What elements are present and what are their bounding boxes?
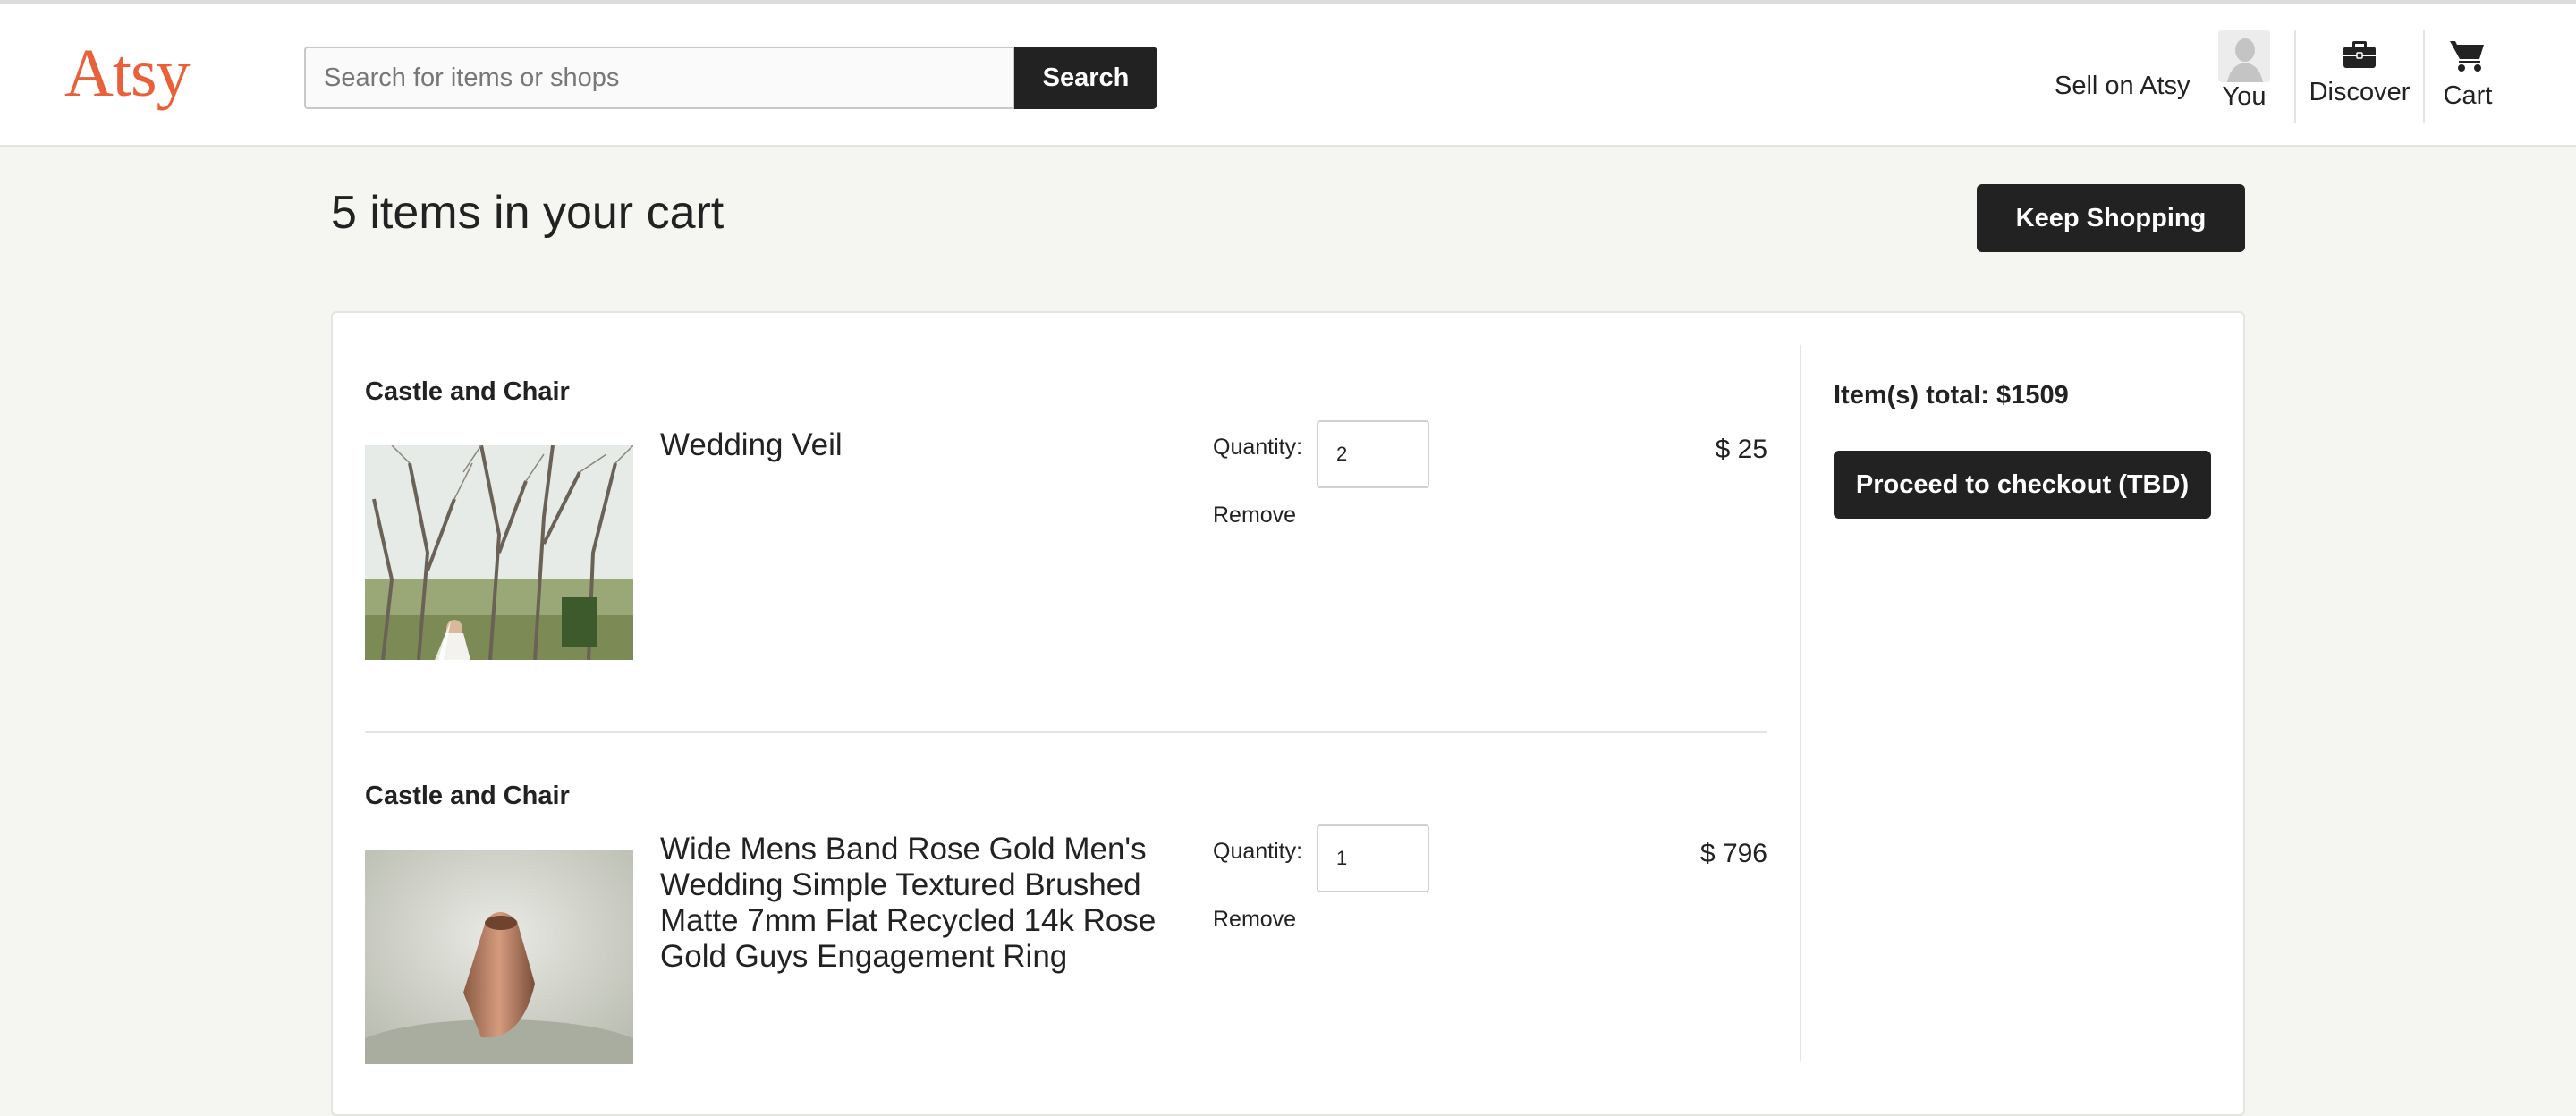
item-divider [365,731,1767,733]
cart-icon [2450,41,2484,72]
nav-divider [2423,30,2425,123]
you-menu[interactable]: You [2213,30,2275,112]
item-name[interactable]: Wide Mens Band Rose Gold Men's Wedding S… [660,832,1215,975]
quantity-label: Quantity: [1213,435,1303,460]
user-avatar [2218,30,2270,82]
search-button[interactable]: Search [1014,46,1157,109]
item-price: $ 25 [1715,435,1767,464]
rose-gold-ring-photo [365,850,633,1064]
avatar-silhouette-icon [2218,30,2270,82]
keep-shopping-button[interactable]: Keep Shopping [1977,184,2245,252]
search-input[interactable] [304,46,1014,109]
cart-item: Castle and Chair Wedding Veil Quantity: … [365,377,1767,664]
quantity-input[interactable] [1317,420,1429,488]
shop-name[interactable]: Castle and Chair [365,782,570,811]
cart-item: Castle and Chair Wide Mens Band Rose Gol… [365,782,1767,1064]
wedding-veil-photo [365,445,633,660]
quantity-input[interactable] [1317,824,1429,892]
remove-link[interactable]: Remove [1213,503,1296,528]
briefcase-icon [2343,41,2376,68]
item-thumbnail[interactable] [365,445,633,660]
site-header: Atsy Search Sell on Atsy You Discover [0,0,2576,147]
summary-divider [1800,345,1801,1061]
item-thumbnail[interactable] [365,850,633,1064]
cart-link[interactable]: Cart [2440,38,2496,111]
shop-name[interactable]: Castle and Chair [365,377,570,407]
quantity-label: Quantity: [1213,839,1303,864]
checkout-button[interactable]: Proceed to checkout (TBD) [1834,451,2211,519]
discover-link[interactable]: Discover [2306,38,2413,107]
discover-label: Discover [2309,78,2411,106]
remove-link[interactable]: Remove [1213,907,1296,933]
page-title: 5 items in your cart [331,187,724,239]
item-price: $ 796 [1699,839,1767,868]
atsy-logo[interactable]: Atsy [64,39,191,107]
item-name[interactable]: Wedding Veil [660,427,1215,463]
you-label: You [2222,82,2267,111]
nav-divider [2294,30,2296,123]
sell-on-atsy-link[interactable]: Sell on Atsy [2055,72,2190,101]
cart-label: Cart [2443,81,2493,110]
items-total: Item(s) total: $1509 [1834,381,2069,410]
